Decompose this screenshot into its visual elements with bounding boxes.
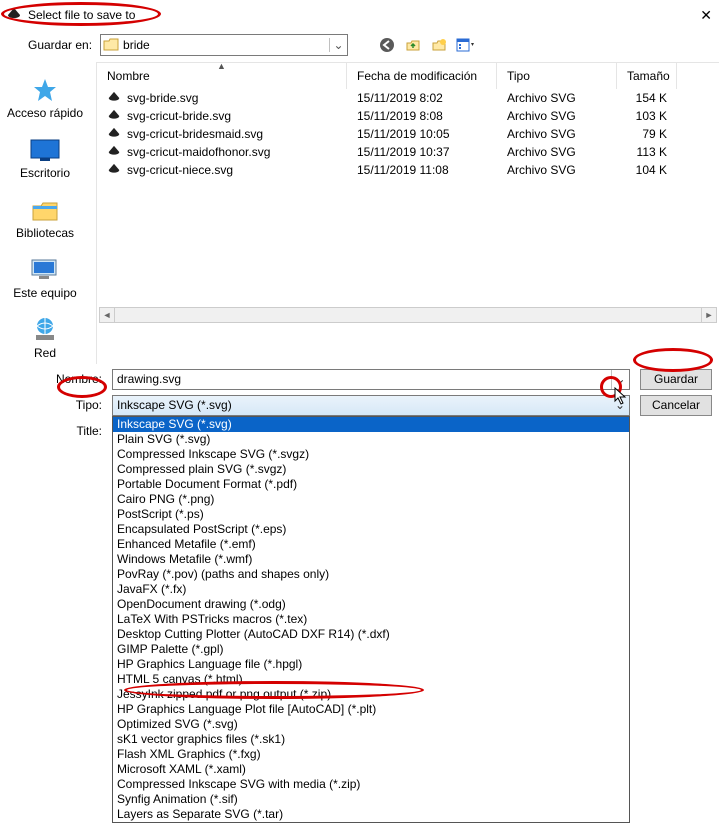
file-size: 104 K — [617, 163, 677, 177]
filename-label: Nombre: — [22, 372, 102, 386]
places-quick-access[interactable]: Acceso rápido — [0, 72, 90, 124]
horizontal-scrollbar[interactable] — [115, 307, 701, 323]
filetype-option[interactable]: Layers as Separate SVG (*.tar) — [113, 807, 629, 822]
file-name: svg-cricut-bride.svg — [127, 109, 231, 123]
filetype-option[interactable]: Portable Document Format (*.pdf) — [113, 477, 629, 492]
file-date: 15/11/2019 10:37 — [347, 145, 497, 159]
chevron-down-icon[interactable]: ⌄ — [611, 370, 629, 389]
current-folder-name: bride — [121, 38, 329, 52]
filetype-option[interactable]: HP Graphics Language file (*.hpgl) — [113, 657, 629, 672]
inkscape-app-icon — [6, 7, 22, 23]
place-label: Red — [34, 346, 56, 360]
sort-asc-icon: ▲ — [217, 61, 226, 71]
file-row[interactable]: svg-cricut-bride.svg 15/11/2019 8:08Archi… — [97, 107, 719, 125]
filetype-option[interactable]: Cairo PNG (*.png) — [113, 492, 629, 507]
filetype-label: Tipo: — [22, 398, 102, 412]
file-type: Archivo SVG — [497, 109, 617, 123]
window-title: Select file to save to — [28, 8, 135, 22]
svg-file-icon — [107, 109, 121, 123]
column-header-date[interactable]: Fecha de modificación — [347, 63, 497, 89]
places-this-pc[interactable]: Este equipo — [0, 252, 90, 304]
close-icon[interactable]: ✕ — [700, 7, 712, 24]
up-one-level-icon[interactable] — [402, 34, 424, 56]
file-name: svg-cricut-bridesmaid.svg — [127, 127, 263, 141]
filename-field[interactable] — [113, 370, 611, 389]
filetype-option[interactable]: Windows Metafile (*.wmf) — [113, 552, 629, 567]
file-name: svg-cricut-niece.svg — [127, 163, 233, 177]
filetype-option[interactable]: OpenDocument drawing (*.odg) — [113, 597, 629, 612]
chevron-down-icon[interactable]: ⌄ — [329, 38, 347, 52]
svg-file-icon — [107, 127, 121, 141]
filetype-dropdown-list[interactable]: Inkscape SVG (*.svg)Plain SVG (*.svg)Com… — [112, 416, 630, 823]
filetype-option[interactable]: Desktop Cutting Plotter (AutoCAD DXF R14… — [113, 627, 629, 642]
places-libraries[interactable]: Bibliotecas — [0, 192, 90, 244]
column-header-name[interactable]: ▲ Nombre — [97, 63, 347, 89]
filetype-selected: Inkscape SVG (*.svg) — [113, 398, 611, 412]
file-size: 154 K — [617, 91, 677, 105]
filetype-option[interactable]: Compressed Inkscape SVG (*.svgz) — [113, 447, 629, 462]
filetype-option[interactable]: Synfig Animation (*.sif) — [113, 792, 629, 807]
filetype-option[interactable]: Compressed Inkscape SVG with media (*.zi… — [113, 777, 629, 792]
filetype-combo[interactable]: Inkscape SVG (*.svg) ⌄ — [112, 395, 630, 416]
filetype-option[interactable]: Plain SVG (*.svg) — [113, 432, 629, 447]
file-type: Archivo SVG — [497, 91, 617, 105]
svg-file-icon — [107, 163, 121, 177]
column-header-size[interactable]: Tamaño — [617, 63, 677, 89]
filetype-option[interactable]: Flash XML Graphics (*.fxg) — [113, 747, 629, 762]
place-label: Este equipo — [13, 286, 76, 300]
scroll-left-icon[interactable]: ◄ — [99, 307, 115, 323]
cancel-button[interactable]: Cancelar — [640, 395, 712, 416]
filetype-option[interactable]: HTML 5 canvas (*.html) — [113, 672, 629, 687]
places-network[interactable]: Red — [0, 312, 90, 364]
back-icon[interactable] — [376, 34, 398, 56]
filetype-option[interactable]: sK1 vector graphics files (*.sk1) — [113, 732, 629, 747]
filetype-option[interactable]: LaTeX With PSTricks macros (*.tex) — [113, 612, 629, 627]
svg-file-icon — [107, 145, 121, 159]
file-name: svg-cricut-maidofhonor.svg — [127, 145, 270, 159]
filetype-option[interactable]: HP Graphics Language Plot file [AutoCAD]… — [113, 702, 629, 717]
new-folder-icon[interactable] — [428, 34, 450, 56]
file-type: Archivo SVG — [497, 163, 617, 177]
filename-input[interactable]: ⌄ — [112, 369, 630, 390]
place-label: Bibliotecas — [16, 226, 74, 240]
place-label: Escritorio — [20, 166, 70, 180]
filetype-option[interactable]: Enhanced Metafile (*.emf) — [113, 537, 629, 552]
filetype-option[interactable]: Optimized SVG (*.svg) — [113, 717, 629, 732]
filetype-option[interactable]: PostScript (*.ps) — [113, 507, 629, 522]
file-size: 79 K — [617, 127, 677, 141]
save-button[interactable]: Guardar — [640, 369, 712, 390]
filetype-option[interactable]: JessyInk zipped pdf or png output (*.zip… — [113, 687, 629, 702]
filetype-option[interactable]: Microsoft XAML (*.xaml) — [113, 762, 629, 777]
file-row[interactable]: svg-cricut-niece.svg 15/11/2019 11:08Arch… — [97, 161, 719, 179]
svg-file-icon — [107, 91, 121, 105]
file-date: 15/11/2019 8:08 — [347, 109, 497, 123]
scroll-right-icon[interactable]: ► — [701, 307, 717, 323]
place-label: Acceso rápido — [7, 106, 83, 120]
file-row[interactable]: svg-bride.svg 15/11/2019 8:02Archivo SVG1… — [97, 89, 719, 107]
file-name: svg-bride.svg — [127, 91, 198, 105]
file-type: Archivo SVG — [497, 127, 617, 141]
filetype-option[interactable]: Inkscape SVG (*.svg) — [113, 417, 629, 432]
file-date: 15/11/2019 11:08 — [347, 163, 497, 177]
cursor-icon — [614, 387, 628, 405]
filetype-option[interactable]: PovRay (*.pov) (paths and shapes only) — [113, 567, 629, 582]
save-in-label: Guardar en: — [28, 38, 92, 52]
filetype-option[interactable]: Encapsulated PostScript (*.eps) — [113, 522, 629, 537]
file-date: 15/11/2019 10:05 — [347, 127, 497, 141]
file-row[interactable]: svg-cricut-maidofhonor.svg 15/11/2019 10:… — [97, 143, 719, 161]
file-size: 113 K — [617, 145, 677, 159]
save-in-folder-combo[interactable]: bride ⌄ — [100, 34, 348, 56]
folder-icon — [101, 38, 121, 52]
filetype-option[interactable]: Compressed plain SVG (*.svgz) — [113, 462, 629, 477]
places-desktop[interactable]: Escritorio — [0, 132, 90, 184]
title-label: Title: — [22, 424, 102, 438]
file-row[interactable]: svg-cricut-bridesmaid.svg 15/11/2019 10:0… — [97, 125, 719, 143]
file-size: 103 K — [617, 109, 677, 123]
file-date: 15/11/2019 8:02 — [347, 91, 497, 105]
filetype-option[interactable]: GIMP Palette (*.gpl) — [113, 642, 629, 657]
column-header-type[interactable]: Tipo — [497, 63, 617, 89]
view-menu-icon[interactable] — [454, 34, 476, 56]
filetype-option[interactable]: JavaFX (*.fx) — [113, 582, 629, 597]
file-type: Archivo SVG — [497, 145, 617, 159]
